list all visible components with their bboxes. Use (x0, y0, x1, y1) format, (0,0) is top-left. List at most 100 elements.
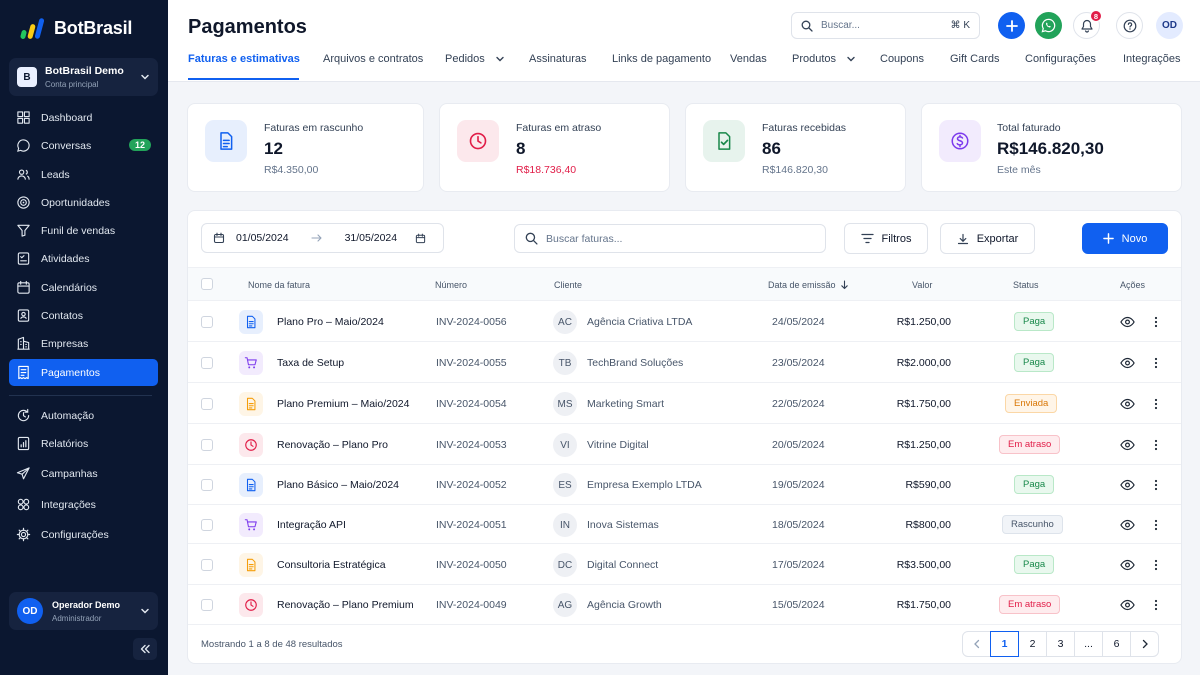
sidebar-item-oportunidades[interactable]: Oportunidades (9, 189, 158, 216)
app-logo[interactable]: BotBrasil (20, 16, 132, 40)
date-to[interactable]: 31/05/2024 (345, 232, 398, 244)
table-row[interactable]: Renovação – Plano Pro INV-2024-0053 VI Vitr… (188, 424, 1181, 465)
table-row[interactable]: Consultoria Estratégica INV-2024-0050 DC Di… (188, 544, 1181, 585)
notifications-button[interactable]: 8 (1073, 10, 1102, 39)
view-icon[interactable] (1120, 518, 1135, 532)
sidebar-item-empresas[interactable]: Empresas (9, 330, 158, 357)
row-checkbox[interactable] (201, 439, 213, 451)
tab-assinaturas[interactable]: Assinaturas (529, 53, 586, 65)
sidebar-item-contatos[interactable]: Contatos (9, 302, 158, 329)
help-button[interactable] (1116, 12, 1143, 39)
date-range-picker[interactable]: 01/05/2024 31/05/2024 (201, 223, 444, 253)
table-row[interactable]: Plano Pro – Maio/2024 INV-2024-0056 AC Agên… (188, 302, 1181, 342)
header-avatar[interactable]: OD (1156, 12, 1183, 39)
invoice-name[interactable]: Plano Pro – Maio/2024 (277, 316, 384, 328)
stat-card[interactable]: Total faturado R$146.820,30 Este mês (921, 103, 1182, 192)
view-icon[interactable] (1120, 356, 1135, 370)
invoice-name[interactable]: Integração API (277, 519, 346, 531)
invoice-name[interactable]: Taxa de Setup (277, 357, 344, 369)
invoice-name[interactable]: Renovação – Plano Premium (277, 599, 414, 611)
row-checkbox[interactable] (201, 357, 213, 369)
view-icon[interactable] (1120, 315, 1135, 329)
view-icon[interactable] (1120, 397, 1135, 411)
more-vertical-icon[interactable] (1153, 357, 1159, 369)
new-invoice-button[interactable]: Novo (1082, 223, 1168, 254)
sidebar-item-campanhas[interactable]: Campanhas (9, 460, 158, 487)
global-search-input[interactable] (821, 20, 951, 31)
whatsapp-button[interactable] (1035, 12, 1062, 39)
collapse-sidebar-button[interactable] (133, 638, 157, 660)
page-1-button[interactable]: 1 (990, 631, 1019, 657)
invoice-search-input[interactable] (546, 232, 806, 245)
page-3-button[interactable]: 3 (1046, 631, 1075, 657)
tab-links-de-pagamento[interactable]: Links de pagamento (612, 53, 711, 65)
more-vertical-icon[interactable] (1153, 519, 1159, 531)
page-6-button[interactable]: 6 (1102, 631, 1131, 657)
invoice-name[interactable]: Renovação – Plano Pro (277, 439, 388, 451)
prev-page-button[interactable] (962, 631, 991, 657)
sidebar-item-calendarios[interactable]: Calendários (9, 274, 158, 301)
sidebar-item-funil-de-vendas[interactable]: Funil de vendas (9, 217, 158, 244)
add-button[interactable] (998, 12, 1025, 39)
select-all-checkbox[interactable] (201, 278, 213, 290)
row-checkbox[interactable] (201, 599, 213, 611)
col-client[interactable]: Cliente (554, 280, 582, 290)
view-icon[interactable] (1120, 438, 1135, 452)
sidebar-item-relatorios[interactable]: Relatórios (9, 430, 158, 457)
tab-integracoes[interactable]: Integrações (1123, 53, 1180, 65)
row-checkbox[interactable] (201, 559, 213, 571)
account-switcher[interactable]: B BotBrasil Demo Conta principal (9, 58, 158, 96)
stat-card[interactable]: Faturas em rascunho 12 R$4.350,00 (187, 103, 424, 192)
tab-arquivos-e-contratos[interactable]: Arquivos e contratos (323, 53, 423, 65)
export-button[interactable]: Exportar (940, 223, 1035, 254)
tab-pedidos[interactable]: Pedidos (445, 53, 505, 65)
tab-configuracoes[interactable]: Configurações (1025, 53, 1096, 65)
table-row[interactable]: Taxa de Setup INV-2024-0055 TB TechBrand So… (188, 342, 1181, 383)
filters-button[interactable]: Filtros (844, 223, 928, 254)
view-icon[interactable] (1120, 558, 1135, 572)
row-checkbox[interactable] (201, 519, 213, 531)
col-value[interactable]: Valor (912, 280, 932, 290)
sidebar-item-dashboard[interactable]: Dashboard (9, 104, 158, 131)
col-date[interactable]: Data de emissão (768, 280, 849, 290)
date-from[interactable]: 01/05/2024 (236, 232, 289, 244)
view-icon[interactable] (1120, 598, 1135, 612)
stat-card[interactable]: Faturas recebidas 86 R$146.820,30 (685, 103, 906, 192)
sidebar-item-pagamentos[interactable]: Pagamentos (9, 359, 158, 386)
col-number[interactable]: Número (435, 280, 467, 290)
tab-coupons[interactable]: Coupons (880, 53, 924, 65)
table-row[interactable]: Renovação – Plano Premium INV-2024-0049 AG… (188, 585, 1181, 625)
stat-card[interactable]: Faturas em atraso 8 R$18.736,40 (439, 103, 670, 192)
col-name[interactable]: Nome da fatura (248, 280, 310, 290)
table-row[interactable]: Integração API INV-2024-0051 IN Inova Siste… (188, 505, 1181, 544)
invoice-name[interactable]: Plano Básico – Maio/2024 (277, 479, 399, 491)
tab-gift-cards[interactable]: Gift Cards (950, 53, 1000, 65)
global-search[interactable]: ⌘ K (791, 12, 980, 39)
tab-vendas[interactable]: Vendas (730, 53, 767, 65)
more-vertical-icon[interactable] (1153, 599, 1159, 611)
invoice-search[interactable] (514, 224, 826, 253)
sidebar-item-conversas[interactable]: Conversas 12 (9, 132, 158, 159)
sidebar-item-automacao[interactable]: Automação (9, 402, 158, 429)
invoice-name[interactable]: Consultoria Estratégica (277, 559, 386, 571)
sidebar-item-integracoes[interactable]: Integrações (9, 491, 158, 518)
table-row[interactable]: Plano Básico – Maio/2024 INV-2024-0052 ES E… (188, 465, 1181, 505)
tab-faturas-e-estimativas[interactable]: Faturas e estimativas (188, 53, 300, 65)
more-vertical-icon[interactable] (1153, 398, 1159, 410)
row-checkbox[interactable] (201, 479, 213, 491)
user-menu[interactable]: OD Operador Demo Administrador (9, 592, 158, 630)
view-icon[interactable] (1120, 478, 1135, 492)
tab-produtos[interactable]: Produtos (792, 53, 856, 65)
invoice-name[interactable]: Plano Premium – Maio/2024 (277, 398, 410, 410)
more-vertical-icon[interactable] (1153, 439, 1159, 451)
sidebar-item-leads[interactable]: Leads (9, 161, 158, 188)
more-vertical-icon[interactable] (1153, 559, 1159, 571)
next-page-button[interactable] (1130, 631, 1159, 657)
sidebar-item-atividades[interactable]: Atividades (9, 245, 158, 272)
row-checkbox[interactable] (201, 316, 213, 328)
sidebar-item-configuracoes[interactable]: Configurações (9, 521, 158, 548)
row-checkbox[interactable] (201, 398, 213, 410)
more-vertical-icon[interactable] (1153, 316, 1159, 328)
more-vertical-icon[interactable] (1153, 479, 1159, 491)
page-2-button[interactable]: 2 (1018, 631, 1047, 657)
